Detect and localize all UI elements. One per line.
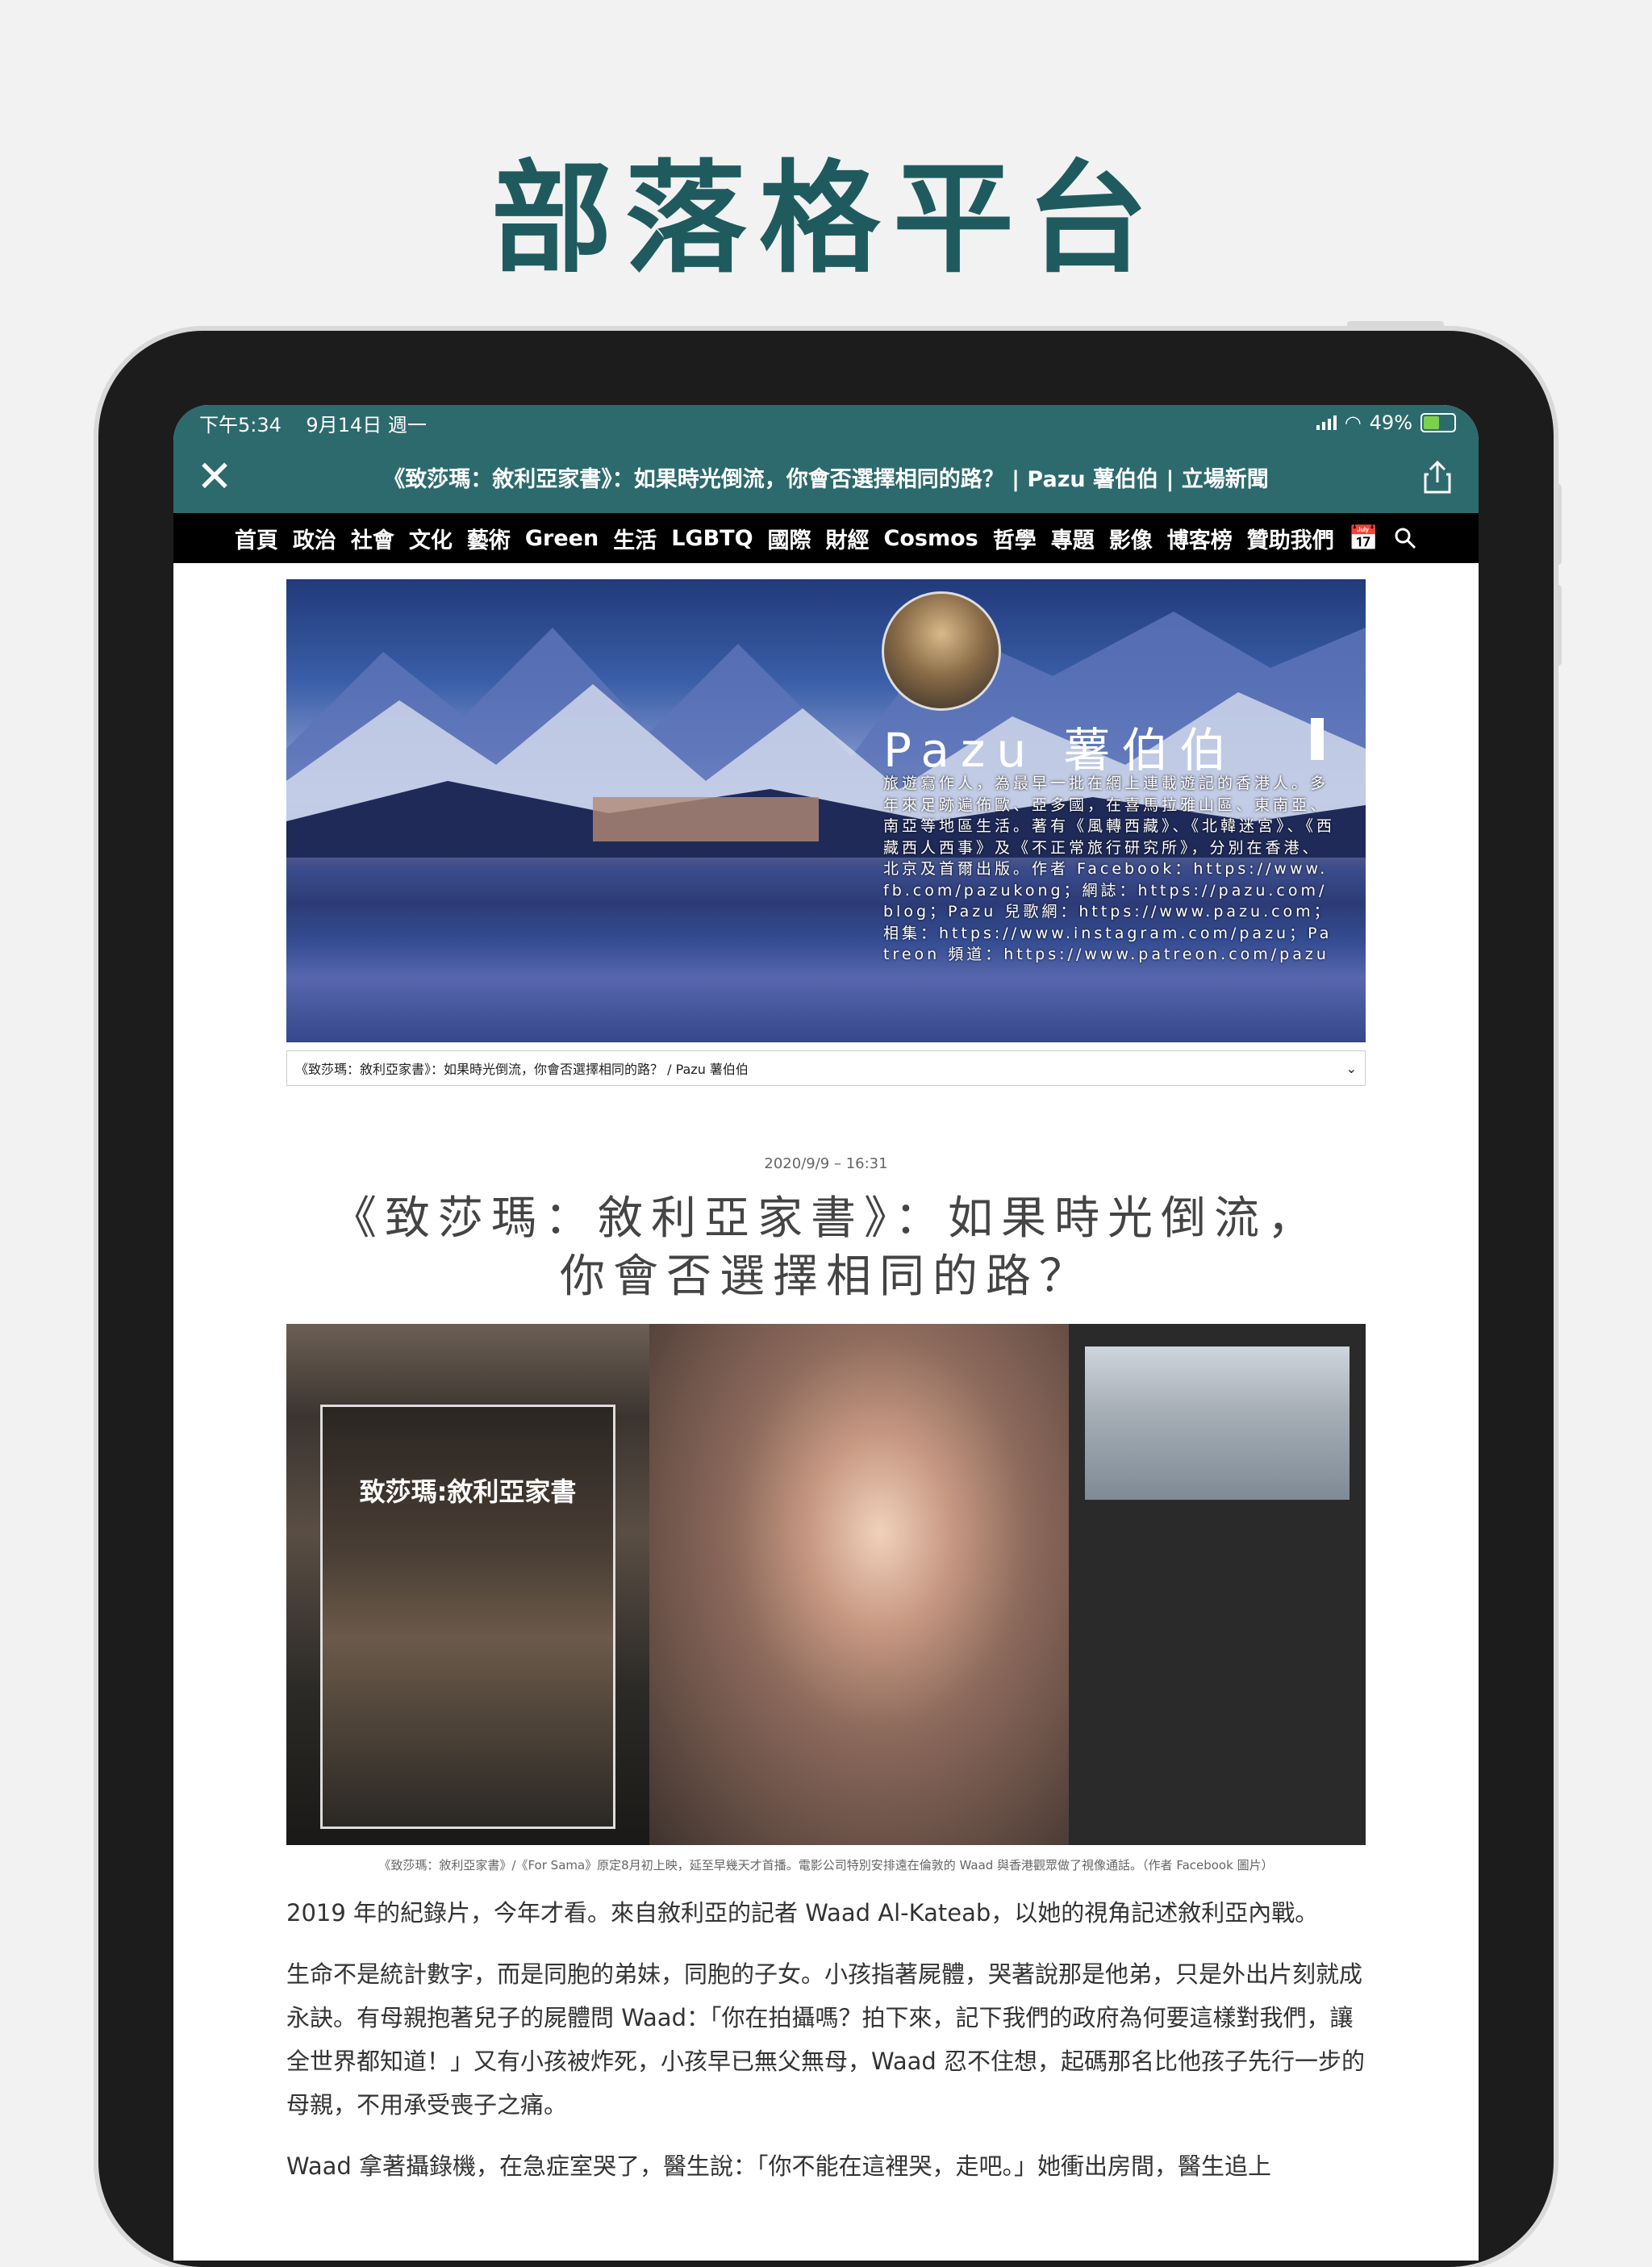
battery-icon <box>1420 413 1456 432</box>
poster-card: 致莎瑪:敘利亞家書 <box>320 1405 615 1829</box>
calendar-icon[interactable]: 📅 <box>1349 524 1379 553</box>
hero-image: 致莎瑪:敘利亞家書 <box>286 1324 1366 1845</box>
menu-item-finance[interactable]: 財經 <box>826 523 870 554</box>
menu-item-philosophy[interactable]: 哲學 <box>993 523 1037 554</box>
paragraph: Waad 拿著攝錄機，在急症室哭了，醫生說：「你不能在這裡哭，走吧。」她衝出房間… <box>286 2152 1271 2180</box>
status-bar: 下午5:34 9月14日 週一 ◠ 49% <box>173 405 1479 440</box>
side-button-top <box>1347 321 1444 329</box>
post-select[interactable]: 《致莎瑪：敘利亞家書》：如果時光倒流，你會否選擇相同的路？ / Pazu 薯伯伯… <box>286 1050 1366 1086</box>
cinema-audience-image <box>1085 1346 1350 1500</box>
page-title: 《致莎瑪：敘利亞家書》：如果時光倒流，你會否選擇相同的路？ | Pazu 薯伯伯… <box>383 466 1269 492</box>
page-content: Pazu 薯伯伯 旅遊寫作人，為最早一批在網上連載遊記的香港人。多年來足跡遍佈歐… <box>173 563 1479 2188</box>
menu-item-international[interactable]: 國際 <box>768 523 811 554</box>
image-caption: 《致莎瑪：敘利亞家書》/《For Sama》原定8月初上映，延至早幾天才首播。電… <box>378 1858 1274 1872</box>
menu-item-green[interactable]: Green <box>525 526 599 551</box>
menu-item-culture[interactable]: 文化 <box>409 523 453 554</box>
side-button-volume-down <box>1554 585 1562 666</box>
paragraph: 生命不是統計數字，而是同胞的弟妹，同胞的子女。小孩指著屍體，哭著說那是他弟，只是… <box>286 1960 1365 2119</box>
status-time: 下午5:34 <box>199 413 282 436</box>
movie-poster-image: 致莎瑪:敘利亞家書 <box>286 1324 649 1845</box>
menu-item-blog-rank[interactable]: 博客榜 <box>1167 523 1233 554</box>
menu-item-arts[interactable]: 藝術 <box>467 523 511 554</box>
signal-icon <box>1316 415 1337 430</box>
menu-item-lgbtq[interactable]: LGBTQ <box>671 526 753 551</box>
share-icon[interactable] <box>1417 457 1458 497</box>
banner-bar <box>1311 718 1324 760</box>
author-bio: 旅遊寫作人，為最早一批在網上連載遊記的香港人。多年來足跡遍佈歐、亞多國，在喜馬拉… <box>883 774 1336 963</box>
site-menu: 首頁 政治 社會 文化 藝術 Green 生活 LGBTQ 國際 財經 Cosm… <box>173 513 1479 563</box>
menu-item-features[interactable]: 專題 <box>1051 523 1095 554</box>
close-button[interactable]: ✕ <box>194 455 235 499</box>
menu-item-politics[interactable]: 政治 <box>293 523 336 554</box>
paragraph: 2019 年的紀錄片，今年才看。來自敘利亞的記者 Waad Al-Kateab，… <box>286 1899 1319 1927</box>
promo-title: 部落格平台 <box>490 148 1161 290</box>
author-name: Pazu 薯伯伯 <box>883 723 1238 778</box>
post-title-line2: 你會否選擇相同的路？ <box>560 1250 1092 1303</box>
article-body: 2019 年的紀錄片，今年才看。來自敘利亞的記者 Waad Al-Kateab，… <box>286 1891 1366 2188</box>
browser-navbar: ✕ 《致莎瑪：敘利亞家書》：如果時光倒流，你會否選擇相同的路？ | Pazu 薯… <box>173 440 1479 513</box>
cinema-screen-image <box>1069 1324 1366 1845</box>
menu-item-society[interactable]: 社會 <box>351 523 394 554</box>
chevron-down-icon: ⌄ <box>1345 1060 1357 1076</box>
menu-item-support[interactable]: 贊助我們 <box>1247 523 1334 554</box>
screen: 下午5:34 9月14日 週一 ◠ 49% ✕ 《致莎瑪：敘利亞家書》：如果時光… <box>173 405 1479 2261</box>
side-button-volume-up <box>1554 484 1562 565</box>
video-call-image <box>649 1324 1069 1845</box>
menu-item-photo[interactable]: 影像 <box>1109 523 1153 554</box>
battery-percent: 49% <box>1369 411 1412 434</box>
menu-item-cosmos[interactable]: Cosmos <box>884 526 978 551</box>
menu-item-life[interactable]: 生活 <box>613 523 657 554</box>
author-avatar[interactable] <box>882 591 1001 711</box>
post-title: 《致莎瑪：敘利亞家書》：如果時光倒流， 你會否選擇相同的路？ <box>173 1190 1479 1306</box>
search-icon[interactable] <box>1393 526 1417 550</box>
poster-title: 致莎瑪:敘利亞家書 <box>359 1476 577 1507</box>
status-date: 9月14日 週一 <box>306 413 427 436</box>
post-title-line1: 《致莎瑪：敘利亞家書》：如果時光倒流， <box>332 1192 1320 1245</box>
wifi-icon: ◠ <box>1344 411 1362 434</box>
menu-item-home[interactable]: 首頁 <box>235 523 278 554</box>
post-date: 2020/9/9 – 16:31 <box>764 1155 888 1172</box>
post-select-value: 《致莎瑪：敘利亞家書》：如果時光倒流，你會否選擇相同的路？ / Pazu 薯伯伯 <box>295 1062 749 1077</box>
blog-banner: Pazu 薯伯伯 旅遊寫作人，為最早一批在網上連載遊記的香港人。多年來足跡遍佈歐… <box>286 579 1366 1042</box>
